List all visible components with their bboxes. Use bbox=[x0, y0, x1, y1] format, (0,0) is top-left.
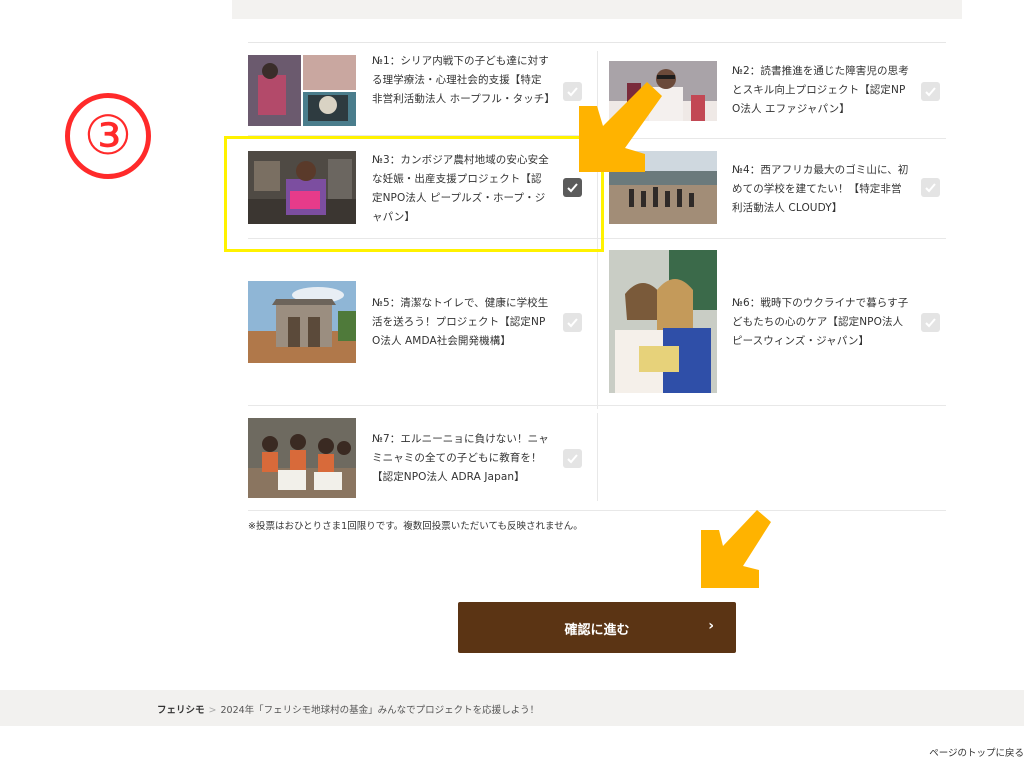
breadcrumb-home-link[interactable]: フェリシモ bbox=[157, 705, 205, 716]
row-divider bbox=[248, 405, 597, 406]
project-title-no4[interactable]: №4：西アフリカ最大のゴミ山に、初めての学校を建てたい！【特定非営利活動法人 C… bbox=[732, 161, 912, 218]
row-divider bbox=[598, 405, 946, 406]
vote-checkbox-no6[interactable] bbox=[921, 313, 940, 332]
breadcrumb-separator: > bbox=[208, 705, 217, 716]
confirm-button-label: 確認に進む bbox=[564, 623, 630, 638]
vote-checkbox-no5[interactable] bbox=[563, 313, 582, 332]
project-photo-no5 bbox=[248, 281, 356, 363]
project-photo-no1 bbox=[248, 55, 356, 126]
column-divider bbox=[597, 241, 598, 409]
vote-checkbox-no4[interactable] bbox=[921, 178, 940, 197]
row-divider bbox=[248, 510, 946, 511]
step-marker: ③ bbox=[65, 93, 151, 179]
row-divider bbox=[598, 238, 946, 239]
project-title-no6[interactable]: №6：戦時下のウクライナで暮らす子どもたちの心のケア【認定NPO法人 ピースウィ… bbox=[732, 294, 912, 351]
check-icon bbox=[925, 87, 936, 97]
check-icon bbox=[567, 318, 578, 328]
check-icon bbox=[925, 318, 936, 328]
project-title-no5[interactable]: №5：清潔なトイレで、健康に学校生活を送ろう！プロジェクト【認定NPO法人 AM… bbox=[372, 294, 552, 351]
project-title-no1[interactable]: №1：シリア内戦下の子ども達に対する理学療法・心理社会的支援【特定非営利活動法人… bbox=[372, 52, 555, 109]
breadcrumb-current: 2024年「フェリシモ地球村の基金」みんなでプロジェクトを応援しよう！ bbox=[220, 705, 540, 716]
vote-checkbox-no2[interactable] bbox=[921, 82, 940, 101]
pointer-arrow-to-button bbox=[701, 510, 771, 588]
project-title-no7[interactable]: №7：エルニーニョに負けない！ニャミニャミの全ての子どもに教育を！【認定NPO法… bbox=[372, 430, 552, 487]
selection-highlight bbox=[224, 136, 604, 252]
top-band bbox=[232, 0, 962, 19]
check-icon bbox=[567, 454, 578, 464]
breadcrumb-trail: フェリシモ >2024年「フェリシモ地球村の基金」みんなでプロジェクトを応援しよう… bbox=[157, 702, 539, 716]
vote-note: ※投票はおひとりさま1回限りです。複数回投票いただいても反映されません。 bbox=[248, 521, 583, 532]
page-top-link[interactable]: ページのトップに戻る bbox=[929, 745, 1024, 759]
project-title-no2[interactable]: №2：読書推進を通じた障害児の思考とスキル向上プロジェクト【認定NPO法人 エフ… bbox=[732, 62, 912, 119]
page-root: ③ №1：シリア内戦下の子ども達に対する理学療法・心理社会的支援【特定非営利活動… bbox=[0, 0, 1024, 768]
pointer-arrow-to-checkbox bbox=[579, 82, 662, 172]
vote-checkbox-no7[interactable] bbox=[563, 449, 582, 468]
column-divider bbox=[597, 413, 598, 501]
project-photo-no7 bbox=[248, 418, 356, 498]
chevron-right-icon: › bbox=[708, 618, 714, 634]
confirm-button[interactable]: 確認に進む › bbox=[458, 602, 736, 653]
check-icon bbox=[925, 183, 936, 193]
project-photo-no6 bbox=[609, 250, 717, 393]
breadcrumb: フェリシモ >2024年「フェリシモ地球村の基金」みんなでプロジェクトを応援しよう… bbox=[0, 690, 1024, 726]
